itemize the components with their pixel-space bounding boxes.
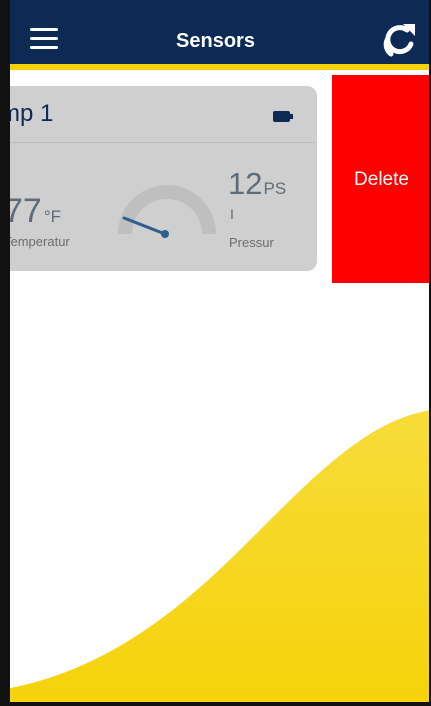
- app-screen: Sensors Delete mp 1 77 °F Temperatur 12PS: [0, 0, 431, 706]
- pressure-value: 12: [228, 166, 263, 201]
- pressure-gauge-icon: [118, 185, 216, 238]
- sensor-card[interactable]: mp 1 77 °F Temperatur 12PS I Pressur: [0, 86, 317, 271]
- temperature-value-group: 77 °F: [4, 192, 61, 231]
- battery-icon: [273, 111, 293, 122]
- pressure-unit: PS: [263, 179, 287, 198]
- bottom-edge: [0, 702, 431, 706]
- left-edge: [0, 0, 10, 706]
- app-header: Sensors: [0, 0, 431, 70]
- delete-label: Delete: [354, 169, 409, 190]
- pressure-value-group: 12PS: [228, 166, 286, 202]
- refresh-icon[interactable]: [377, 20, 421, 64]
- temperature-unit: °F: [43, 207, 62, 226]
- pressure-label: Pressur: [229, 235, 274, 250]
- pressure-unit-continued: I: [230, 206, 234, 222]
- card-divider: [0, 142, 317, 143]
- page-title: Sensors: [176, 30, 255, 52]
- temperature-label: Temperatur: [4, 234, 70, 249]
- delete-button[interactable]: Delete: [332, 75, 431, 283]
